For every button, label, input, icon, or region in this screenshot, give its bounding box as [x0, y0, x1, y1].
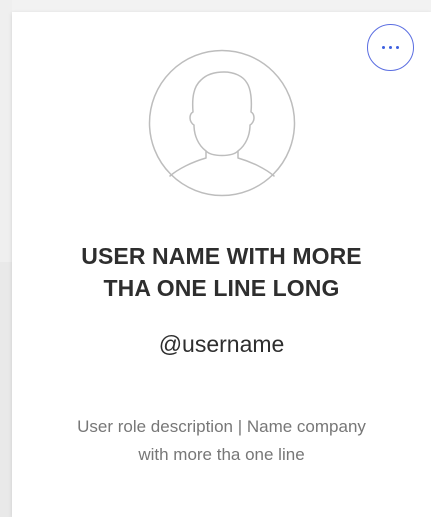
page: USER NAME WITH MORE THA ONE LINE LONG @u… — [0, 0, 431, 517]
more-options-dot — [389, 46, 392, 49]
user-role-line: with more tha one line — [138, 445, 305, 464]
user-role-line: User role description | Name company — [77, 417, 366, 436]
user-name: USER NAME WITH MORE THA ONE LINE LONG — [12, 240, 431, 304]
user-name-line: THA ONE LINE LONG — [103, 275, 340, 301]
user-avatar-icon — [148, 49, 296, 197]
background-strip-lower — [0, 262, 12, 517]
username-handle: @username — [158, 331, 285, 357]
more-options-dot — [396, 46, 399, 49]
user-name-line: USER NAME WITH MORE — [81, 243, 362, 269]
more-options-button[interactable] — [367, 24, 414, 71]
more-options-dot — [382, 46, 385, 49]
user-role-description: User role description | Name company wit… — [12, 413, 431, 469]
user-profile-card: USER NAME WITH MORE THA ONE LINE LONG @u… — [12, 12, 431, 517]
